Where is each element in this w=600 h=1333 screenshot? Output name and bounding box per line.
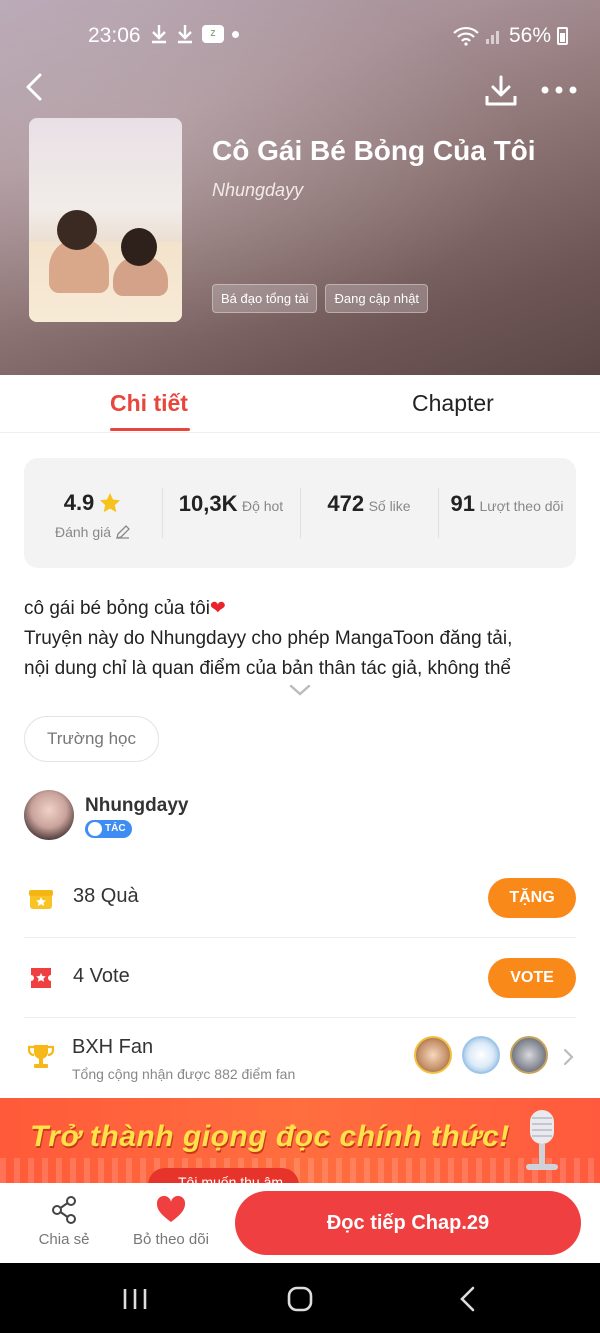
download-status-icon [152, 25, 166, 44]
back-icon[interactable] [454, 1285, 484, 1313]
gift-button[interactable]: TẶNG [488, 878, 576, 918]
tab-details[interactable]: Chi tiết [110, 390, 188, 417]
story-description[interactable]: cô gái bé bỏng của tôi❤ Truyện này do Nh… [24, 594, 584, 684]
status-time: 23:06 [88, 24, 141, 47]
active-tab-indicator [110, 428, 190, 431]
rating-value: 4.9 [63, 490, 95, 515]
avatar[interactable] [462, 1036, 500, 1074]
author-badge: TÁC GIẢ [85, 820, 132, 852]
fan-ranking-subtitle: Tổng cộng nhận được 882 điểm fan [72, 1066, 296, 1082]
share-button[interactable]: Chia sẻ [38, 1195, 90, 1248]
microphone-icon [526, 1110, 558, 1170]
avatar[interactable] [414, 1036, 452, 1074]
share-icon [52, 1196, 76, 1224]
cover-image[interactable] [29, 118, 182, 322]
more-options-icon[interactable] [540, 80, 578, 100]
gift-row: 38 Quà TẶNG [24, 858, 576, 938]
vote-row: 4 Vote VOTE [24, 938, 576, 1018]
stat-followers: 91 Lượt theo dõi [438, 458, 576, 568]
stat-rating[interactable]: 4.9 Đánh giá [24, 458, 162, 568]
tab-chapter[interactable]: Chapter [412, 390, 494, 417]
tag-status: Đang cập nhật [325, 284, 429, 313]
zalo-icon: Z [202, 25, 224, 43]
followers-value: 91 [450, 491, 476, 516]
bottom-action-bar: Chia sẻ Bỏ theo dõi Đọc tiếp Chap.29 [0, 1183, 600, 1263]
continue-reading-button[interactable]: Đọc tiếp Chap.29 [235, 1191, 581, 1255]
notification-dot-icon [232, 30, 239, 38]
vote-ticket-icon [31, 968, 51, 988]
tab-bar: Chi tiết Chapter [0, 375, 600, 433]
chevron-down-icon[interactable] [288, 682, 312, 698]
unfollow-button[interactable]: Bỏ theo dõi [130, 1195, 212, 1248]
top-fans [414, 1036, 548, 1074]
followers-label: Lượt theo dõi [479, 498, 564, 514]
voice-actor-banner[interactable]: Trở thành giọng đọc chính thức! Tôi muốn… [0, 1098, 600, 1188]
story-author[interactable]: Nhungdayy [212, 180, 303, 201]
download-icon[interactable] [484, 74, 518, 108]
description-line-2: Truyện này do Nhungdayy cho phép MangaTo… [24, 628, 513, 649]
unfollow-label: Bỏ theo dõi [133, 1231, 209, 1248]
share-label: Chia sẻ [38, 1231, 90, 1248]
stats-panel: 4.9 Đánh giá 10,3K Độ hot 472 Số like 91… [24, 458, 576, 568]
likes-label: Số like [368, 498, 411, 514]
gift-count: 38 Quà [73, 885, 139, 907]
stat-hot: 10,3K Độ hot [162, 458, 300, 568]
chevron-right-icon [563, 1048, 574, 1066]
status-bar: 23:06 Z 56% [0, 22, 600, 54]
banner-headline: Trở thành giọng đọc chính thức! [30, 1120, 510, 1153]
hot-value: 10,3K [178, 491, 238, 516]
description-line-3: nội dung chỉ là quan điểm của bản thân t… [24, 658, 511, 679]
tag-genre[interactable]: Bá đạo tổng tài [212, 284, 318, 313]
divider [24, 1017, 576, 1018]
heart-emoji-icon: ❤ [209, 598, 226, 619]
story-header: 23:06 Z 56% Cô Gái Bé Bỏng Của Tôi Nhung… [0, 0, 600, 375]
avatar[interactable] [24, 790, 74, 840]
signal-icon [485, 31, 499, 44]
fan-ranking-row[interactable]: BXH Fan Tổng cộng nhận được 882 điểm fan [24, 1020, 584, 1098]
battery-icon [557, 27, 568, 45]
author-name: Nhungdayy [85, 795, 189, 816]
back-arrow-icon[interactable] [18, 70, 52, 104]
download-status-icon [178, 25, 192, 44]
home-icon[interactable] [285, 1285, 315, 1313]
avatar[interactable] [510, 1036, 548, 1074]
trophy-icon [27, 1045, 55, 1068]
rating-label: Đánh giá [54, 524, 112, 540]
story-tags: Bá đạo tổng tài Đang cập nhật [212, 284, 429, 313]
star-icon [100, 493, 121, 513]
gift-icon [29, 890, 53, 909]
battery-percent: 56% [508, 24, 551, 47]
description-line-1: cô gái bé bỏng của tôi [24, 598, 210, 619]
hot-label: Độ hot [241, 498, 284, 514]
vote-count: 4 Vote [73, 965, 130, 987]
system-navigation-bar [0, 1263, 600, 1333]
vote-button[interactable]: VOTE [488, 958, 576, 998]
fan-ranking-title: BXH Fan [72, 1036, 154, 1058]
wifi-icon [453, 26, 479, 46]
heart-icon [156, 1195, 186, 1222]
edit-pencil-icon [116, 525, 130, 539]
genre-chip[interactable]: Trường học [24, 716, 159, 762]
story-title: Cô Gái Bé Bỏng Của Tôi [212, 135, 536, 166]
stat-likes: 472 Số like [300, 458, 438, 568]
author-badge-icon [88, 822, 102, 836]
recent-apps-icon[interactable] [120, 1285, 150, 1313]
likes-value: 472 [327, 491, 365, 516]
